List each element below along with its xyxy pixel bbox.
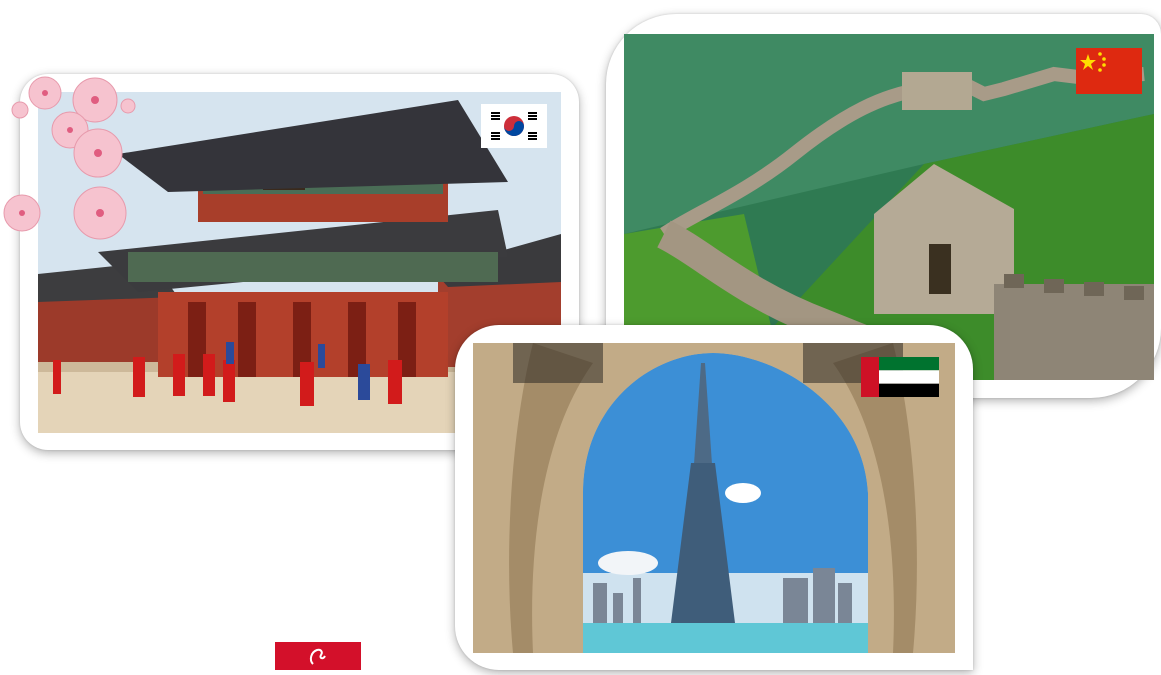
cherry-blossom-icon [0,58,150,248]
uae-flag-icon [861,357,939,397]
china-flag-icon [1076,48,1142,94]
skyscraper-arch-photo [473,343,955,653]
page-header [440,0,700,6]
uae-photo-card [455,325,973,670]
south-korea-flag-icon [481,104,547,148]
brand-logo-icon [275,642,361,670]
